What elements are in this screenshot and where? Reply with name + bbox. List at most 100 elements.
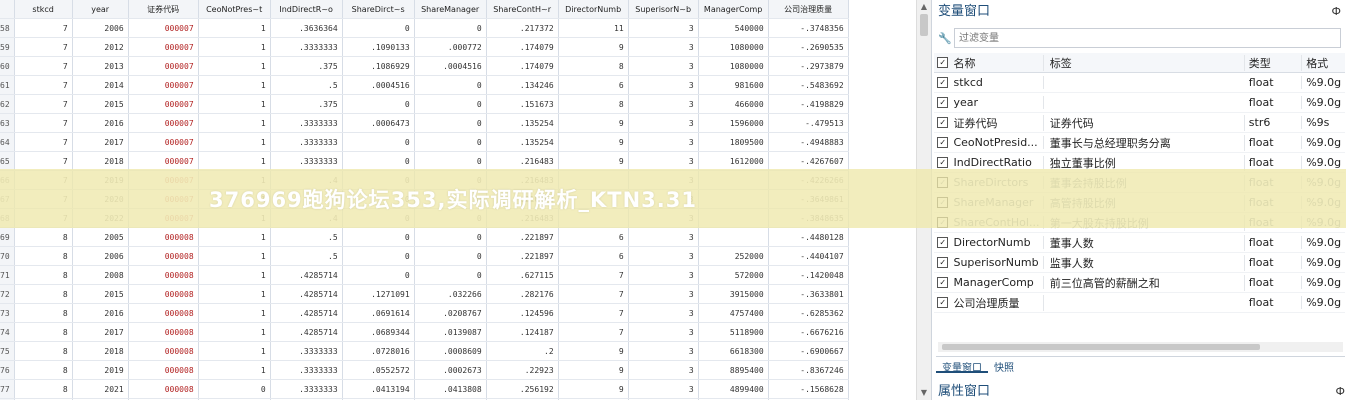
table-cell[interactable]: 1: [198, 18, 271, 38]
table-cell[interactable]: 572000: [698, 265, 769, 285]
table-cell[interactable]: 3: [628, 75, 699, 95]
table-cell[interactable]: 000007: [128, 151, 199, 171]
table-row[interactable]: 73 8 2016 000008 1.4285714.0691614.0208767.1…: [0, 303, 849, 323]
table-cell[interactable]: 7: [14, 151, 73, 171]
table-cell[interactable]: 8: [14, 246, 73, 266]
table-cell[interactable]: .375: [270, 56, 343, 76]
table-cell[interactable]: 0: [342, 151, 415, 171]
table-cell[interactable]: 3: [628, 341, 699, 361]
table-cell[interactable]: 000007: [128, 94, 199, 114]
table-cell[interactable]: 8: [558, 94, 629, 114]
table-cell[interactable]: .5: [270, 75, 343, 95]
table-cell[interactable]: .151673: [486, 94, 559, 114]
variable-row[interactable]: ✓ CeoNotPresid... 董事长与总经理职务分离 float %9.0g: [934, 133, 1345, 153]
table-cell[interactable]: 9: [558, 132, 629, 152]
table-row[interactable]: 61 7 2014 000007 1.5.0004516 0.134246 6 3 981600…: [0, 75, 849, 95]
column-header[interactable]: ManagerComp: [698, 0, 769, 19]
table-cell[interactable]: 1: [198, 360, 271, 380]
table-cell[interactable]: 000008: [128, 227, 199, 247]
table-cell[interactable]: 9: [558, 151, 629, 171]
table-row[interactable]: 71 8 2008 000008 1.4285714 0 0.627115 7 3 572000-…: [0, 265, 849, 285]
table-cell[interactable]: 5118900: [698, 322, 769, 342]
table-cell[interactable]: .5: [270, 227, 343, 247]
table-cell[interactable]: 2016: [72, 303, 129, 323]
table-cell[interactable]: 0: [414, 75, 487, 95]
table-cell[interactable]: 8: [14, 227, 73, 247]
table-cell[interactable]: 466000: [698, 94, 769, 114]
table-cell[interactable]: .0004516: [414, 56, 487, 76]
row-number[interactable]: 69: [0, 227, 15, 247]
table-cell[interactable]: 000008: [128, 360, 199, 380]
table-cell[interactable]: 000007: [128, 75, 199, 95]
table-cell[interactable]: -.4267607: [768, 151, 849, 171]
table-cell[interactable]: .032266: [414, 284, 487, 304]
table-cell[interactable]: 000008: [128, 303, 199, 323]
table-cell[interactable]: 000007: [128, 37, 199, 57]
table-cell[interactable]: .135254: [486, 113, 559, 133]
table-cell[interactable]: 0: [342, 132, 415, 152]
column-header[interactable]: ShareContH~r: [486, 0, 559, 19]
table-cell[interactable]: .0552572: [342, 360, 415, 380]
variables-horizontal-scrollbar[interactable]: [938, 342, 1343, 352]
table-cell[interactable]: .3333333: [270, 37, 343, 57]
table-cell[interactable]: 1: [198, 341, 271, 361]
table-cell[interactable]: .174079: [486, 37, 559, 57]
table-cell[interactable]: 000007: [128, 132, 199, 152]
table-cell[interactable]: -.2690535: [768, 37, 849, 57]
table-cell[interactable]: 000008: [128, 265, 199, 285]
column-header[interactable]: SuperisorN~b: [628, 0, 699, 19]
table-cell[interactable]: -.6285362: [768, 303, 849, 323]
table-cell[interactable]: 3: [628, 151, 699, 171]
table-cell[interactable]: 3: [628, 284, 699, 304]
table-cell[interactable]: 2013: [72, 56, 129, 76]
table-cell[interactable]: -.8367246: [768, 360, 849, 380]
table-row[interactable]: 69 8 2005 000008 1.5 0 0.221897 6 3 -.4480128: [0, 227, 849, 247]
table-cell[interactable]: 540000: [698, 18, 769, 38]
table-cell[interactable]: .0689344: [342, 322, 415, 342]
table-cell[interactable]: .3333333: [270, 379, 343, 399]
table-cell[interactable]: .124187: [486, 322, 559, 342]
table-cell[interactable]: 7: [14, 75, 73, 95]
table-row[interactable]: 76 8 2019 000008 1.3333333.0552572.0002673.2…: [0, 360, 849, 380]
table-row[interactable]: 63 7 2016 000007 1.3333333.0006473 0.135254 9 3…: [0, 113, 849, 133]
variable-row[interactable]: ✓ 证券代码 证券代码 str6 %9s: [934, 113, 1345, 133]
table-cell[interactable]: 1: [198, 265, 271, 285]
table-cell[interactable]: 000007: [128, 18, 199, 38]
table-cell[interactable]: 1: [198, 56, 271, 76]
table-cell[interactable]: 4899400: [698, 379, 769, 399]
table-cell[interactable]: .0413194: [342, 379, 415, 399]
table-cell[interactable]: 252000: [698, 246, 769, 266]
table-cell[interactable]: 8: [14, 303, 73, 323]
table-cell[interactable]: -.4948883: [768, 132, 849, 152]
row-number[interactable]: 70: [0, 246, 15, 266]
table-cell[interactable]: -.6900667: [768, 341, 849, 361]
table-cell[interactable]: .3333333: [270, 113, 343, 133]
table-cell[interactable]: 0: [342, 94, 415, 114]
table-cell[interactable]: 0: [414, 246, 487, 266]
variable-checkbox[interactable]: ✓: [937, 117, 949, 128]
variable-row[interactable]: ✓ year float %9.0g: [934, 93, 1345, 113]
table-cell[interactable]: 2019: [72, 360, 129, 380]
table-cell[interactable]: 1: [198, 113, 271, 133]
table-cell[interactable]: 6618300: [698, 341, 769, 361]
column-header[interactable]: ShareManager: [414, 0, 487, 19]
tab-variables[interactable]: 变量窗口: [936, 357, 988, 374]
table-row[interactable]: 64 7 2017 000007 1.3333333 0 0.135254 9 3 1809500…: [0, 132, 849, 152]
table-cell[interactable]: .0004516: [342, 75, 415, 95]
row-number[interactable]: 75: [0, 341, 15, 361]
table-cell[interactable]: 000008: [128, 284, 199, 304]
variable-checkbox[interactable]: ✓: [937, 137, 949, 148]
table-cell[interactable]: .282176: [486, 284, 559, 304]
row-number[interactable]: 60: [0, 56, 15, 76]
table-cell[interactable]: .1086929: [342, 56, 415, 76]
variable-row[interactable]: ✓ ManagerComp 前三位高管的薪酬之和 float %9.0g: [934, 273, 1345, 293]
table-cell[interactable]: 1: [198, 322, 271, 342]
variable-checkbox[interactable]: ✓: [937, 297, 949, 308]
table-cell[interactable]: 8: [14, 322, 73, 342]
table-cell[interactable]: 7: [558, 303, 629, 323]
table-cell[interactable]: 2012: [72, 37, 129, 57]
table-cell[interactable]: 2005: [72, 227, 129, 247]
table-row[interactable]: 70 8 2006 000008 1.5 0 0.221897 6 3 252000 -.44041…: [0, 246, 849, 266]
table-cell[interactable]: .221897: [486, 227, 559, 247]
row-number[interactable]: 73: [0, 303, 15, 323]
